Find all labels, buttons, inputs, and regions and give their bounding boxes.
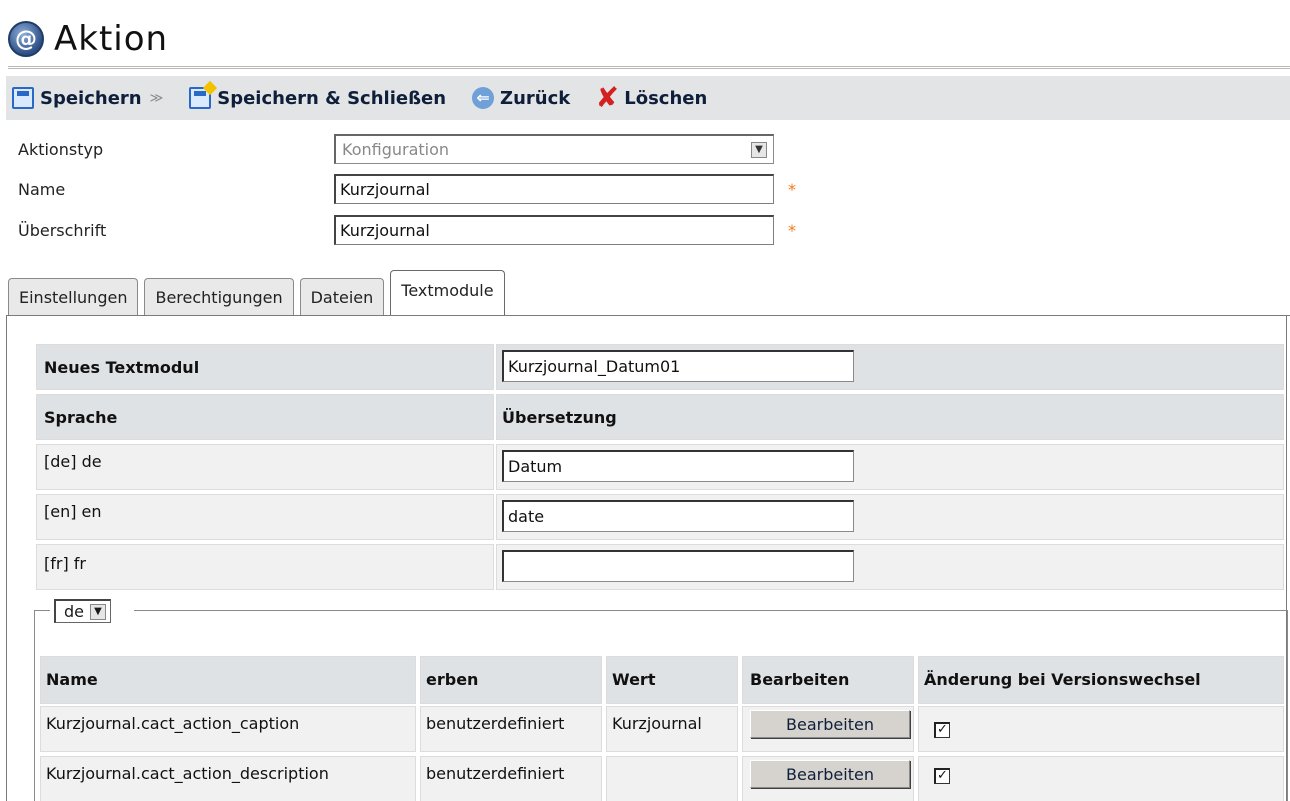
translation-input-de[interactable]: Datum — [502, 450, 854, 482]
save-and-close-button[interactable]: Speichern & Schließen — [189, 87, 446, 109]
tab-panel-left-border — [6, 315, 7, 801]
language-code-de: [de] de — [44, 452, 102, 471]
header-erben-label: erben — [426, 670, 479, 689]
language-code-fr: [fr] fr — [44, 554, 86, 573]
language-select-value: de — [64, 602, 84, 621]
tab-einstellungen[interactable]: Einstellungen — [8, 278, 139, 316]
delete-x-icon: ✘ — [595, 81, 619, 114]
back-button-label: Zurück — [500, 87, 571, 109]
language-select[interactable]: de ▼ — [54, 599, 111, 623]
name-row: Name Kurzjournal * — [18, 174, 796, 204]
translation-header: Übersetzung — [502, 408, 617, 427]
module-name: Kurzjournal.cact_action_description — [46, 764, 329, 783]
save-button-label: Speichern — [40, 87, 142, 109]
page-title: Aktion — [54, 19, 169, 59]
header-wert-label: Wert — [612, 670, 656, 689]
module-wert: Kurzjournal — [612, 714, 702, 733]
action-logo-icon: @ — [8, 21, 44, 57]
module-erben: benutzerdefiniert — [426, 714, 565, 733]
back-button[interactable]: ⇐ Zurück — [472, 87, 570, 109]
ueberschrift-label: Überschrift — [18, 220, 107, 240]
new-textmodule-input[interactable]: Kurzjournal_Datum01 — [502, 350, 854, 382]
language-header: Sprache — [44, 408, 118, 427]
floppy-disk-icon — [12, 87, 34, 109]
delete-button[interactable]: ✘ Löschen — [595, 81, 708, 114]
tab-dateien[interactable]: Dateien — [299, 278, 385, 316]
required-marker: * — [788, 220, 796, 240]
header-aenderung-label: Änderung bei Versionswechsel — [924, 670, 1201, 689]
aktionstyp-row: Aktionstyp Konfiguration ▼ — [18, 134, 774, 164]
translation-row — [36, 444, 494, 490]
table-row-wert-cell — [606, 756, 738, 801]
save-and-close-label: Speichern & Schließen — [217, 87, 447, 109]
save-close-icon — [189, 87, 212, 109]
version-change-checkbox[interactable]: ✓ — [934, 768, 950, 784]
translation-input-en[interactable]: date — [502, 500, 854, 532]
ueberschrift-input[interactable]: Kurzjournal — [334, 215, 774, 245]
aktionstyp-label: Aktionstyp — [18, 139, 104, 159]
ueberschrift-row: Überschrift Kurzjournal * — [18, 215, 796, 245]
table-row-check-cell — [918, 706, 1284, 752]
window-title-bar: @ Aktion — [8, 14, 168, 64]
save-button[interactable]: Speichern ≫ — [12, 87, 163, 109]
tab-textmodule[interactable]: Textmodule — [390, 270, 505, 316]
translation-row — [36, 544, 494, 590]
header-name-label: Name — [46, 670, 98, 689]
aktionstyp-select[interactable]: Konfiguration ▼ — [334, 134, 774, 164]
translation-input-fr[interactable] — [502, 550, 854, 582]
new-textmodule-label: Neues Textmodul — [44, 358, 200, 377]
language-fieldset-legend: de ▼ — [50, 598, 134, 624]
module-erben: benutzerdefiniert — [426, 764, 565, 783]
module-name: Kurzjournal.cact_action_caption — [46, 714, 300, 733]
language-code-en: [en] en — [44, 502, 102, 521]
chevron-down-icon[interactable]: ▼ — [751, 141, 767, 158]
chevron-down-icon[interactable]: ≫ — [150, 91, 164, 106]
aktionstyp-value: Konfiguration — [342, 140, 450, 159]
tab-strip: Einstellungen Berechtigungen Dateien Tex… — [8, 270, 505, 316]
toolbar: Speichern ≫ Speichern & Schließen ⇐ Zurü… — [6, 76, 1290, 120]
header-bearbeiten-label: Bearbeiten — [750, 670, 850, 689]
required-marker: * — [788, 179, 796, 199]
table-row-check-cell — [918, 756, 1284, 801]
name-input[interactable]: Kurzjournal — [334, 174, 774, 204]
back-arrow-icon: ⇐ — [472, 87, 495, 109]
delete-button-label: Löschen — [624, 87, 708, 109]
version-change-checkbox[interactable]: ✓ — [934, 722, 950, 738]
translation-row — [36, 494, 494, 540]
edit-button[interactable]: Bearbeiten — [750, 710, 910, 738]
chevron-down-icon[interactable]: ▼ — [90, 603, 106, 620]
edit-button[interactable]: Bearbeiten — [750, 760, 910, 788]
name-label: Name — [18, 179, 66, 199]
tab-panel-top-border — [6, 315, 1290, 316]
tab-berechtigungen[interactable]: Berechtigungen — [144, 278, 294, 316]
title-divider — [8, 66, 1290, 69]
